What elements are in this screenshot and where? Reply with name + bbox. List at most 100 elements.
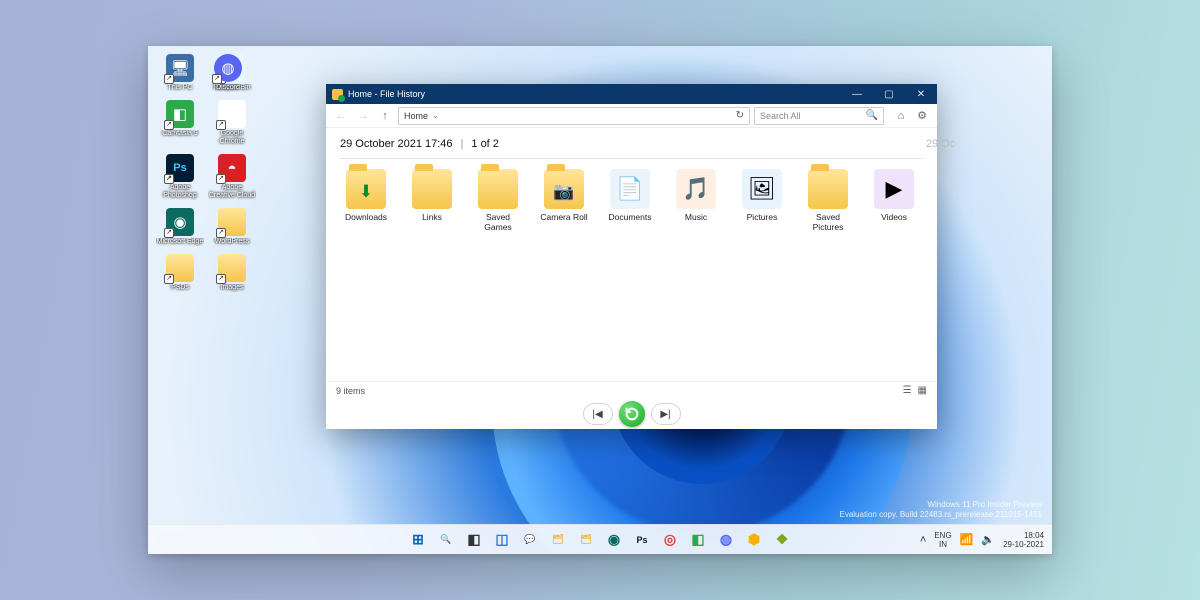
- item-saved-games[interactable]: Saved Games: [472, 169, 524, 232]
- chrome-icon: ◎↗: [218, 100, 246, 128]
- restore-button[interactable]: [619, 401, 645, 427]
- taskbar-photoshop[interactable]: Ps: [630, 528, 654, 552]
- language-indicator[interactable]: ENG IN: [934, 531, 951, 549]
- desktop-icon-chrome[interactable]: ◎↗ Google Chrome: [208, 100, 256, 146]
- item-label: Pictures: [736, 212, 788, 222]
- desktop-icon-images[interactable]: ↗Images: [208, 254, 256, 292]
- wifi-icon[interactable]: 📶: [960, 533, 974, 546]
- nav-up-button[interactable]: ↑: [376, 107, 394, 125]
- documents-icon: 📄: [610, 169, 650, 209]
- item-videos[interactable]: ▶Videos: [868, 169, 920, 222]
- desktop-icon-camtasia[interactable]: ◧↗Camtasia 9: [156, 100, 204, 138]
- desktop-icon-edge[interactable]: ◉↗Microsoft Edge: [156, 208, 204, 246]
- content-pane: 29 October 2021 17:46 | 1 of 2 29 Oc ⬇Do…: [326, 128, 937, 381]
- taskbar-widgets[interactable]: ◫: [490, 528, 514, 552]
- window-controls: — ▢ ✕: [841, 84, 937, 104]
- desktop-icon-thispc[interactable]: 🖥↗ This PC: [156, 54, 204, 92]
- view-details-icon[interactable]: ☰: [903, 385, 912, 396]
- view-switcher: ☰ ▦: [903, 385, 927, 396]
- taskbar-explorer[interactable]: 🗂: [546, 528, 570, 552]
- shortcut-badge: ↗: [164, 228, 174, 238]
- camtasia-icon: ◧: [691, 531, 704, 548]
- item-pictures[interactable]: 🖼Pictures: [736, 169, 788, 222]
- next-pill: ▶|: [651, 403, 681, 425]
- taskbar-chrome[interactable]: ◎: [658, 528, 682, 552]
- discord-icon: ◍: [720, 531, 732, 548]
- taskbar-search[interactable]: 🔍: [434, 528, 458, 552]
- wordpress-icon: ↗: [218, 208, 246, 236]
- titlebar[interactable]: Home - File History — ▢ ✕: [326, 84, 937, 104]
- item-label: Videos: [868, 212, 920, 222]
- item-links[interactable]: Links: [406, 169, 458, 222]
- version-heading: 29 October 2021 17:46 | 1 of 2: [340, 134, 923, 158]
- edge-icon: ◉: [608, 531, 620, 548]
- chrome-icon: ◎: [664, 531, 676, 548]
- taskbar-misc1[interactable]: ⬢: [742, 528, 766, 552]
- shortcut-badge: ↗: [212, 74, 222, 84]
- taskbar-chat[interactable]: 💬: [518, 528, 542, 552]
- misc1-icon: ⬢: [748, 531, 760, 548]
- desktop-icon-label: Adobe Photoshop: [156, 184, 204, 200]
- music-icon: 🎵: [676, 169, 716, 209]
- taskbar-start[interactable]: ⊞: [406, 528, 430, 552]
- taskbar-filehistory[interactable]: 🗂: [574, 528, 598, 552]
- taskbar-misc2[interactable]: ❖: [770, 528, 794, 552]
- close-button[interactable]: ✕: [905, 84, 937, 104]
- desktop-icon-discord[interactable]: ◍↗Discord: [204, 54, 252, 92]
- item-label: Camera Roll: [538, 212, 590, 222]
- search-box[interactable]: Search All 🔍: [754, 107, 884, 125]
- watermark: Windows 11 Pro Insider Preview Evaluatio…: [839, 500, 1042, 520]
- chat-icon: 💬: [524, 534, 535, 545]
- desktop-icon-wordpress[interactable]: ↗WordPress: [208, 208, 256, 246]
- clock[interactable]: 18:04 29-10-2021: [1003, 531, 1044, 549]
- home-button[interactable]: ⌂: [892, 107, 910, 125]
- clock-date: 29-10-2021: [1003, 540, 1044, 549]
- maximize-button[interactable]: ▢: [873, 84, 905, 104]
- heading-separator: |: [461, 138, 464, 150]
- desktop-icon-label: Discord: [204, 84, 252, 92]
- nav-back-button[interactable]: ←: [332, 107, 350, 125]
- address-bar[interactable]: Home ⌄ ↻: [398, 107, 750, 125]
- shortcut-badge: ↗: [164, 74, 174, 84]
- misc2-icon: ❖: [776, 531, 789, 548]
- sound-icon[interactable]: 🔈: [981, 533, 995, 546]
- thispc-icon: 🖥↗: [166, 54, 194, 82]
- desktop-icon-label: This PC: [156, 84, 204, 92]
- start-icon: ⊞: [412, 531, 424, 548]
- item-documents[interactable]: 📄Documents: [604, 169, 656, 222]
- minimize-button[interactable]: —: [841, 84, 873, 104]
- desktop-icon-label: Google Chrome: [208, 130, 256, 146]
- folder-icon: [412, 169, 452, 209]
- desktop-icon-psds[interactable]: ↗PSDs: [156, 254, 204, 292]
- taskbar-discord[interactable]: ◍: [714, 528, 738, 552]
- lang-bottom: IN: [934, 540, 951, 549]
- address-text: Home: [404, 111, 428, 121]
- item-music[interactable]: 🎵Music: [670, 169, 722, 222]
- item-saved-pictures[interactable]: Saved Pictures: [802, 169, 854, 232]
- taskbar-camtasia[interactable]: ◧: [686, 528, 710, 552]
- view-grid-icon[interactable]: ▦: [918, 385, 927, 396]
- window-title: Home - File History: [348, 89, 425, 99]
- settings-button[interactable]: ⚙: [913, 107, 931, 125]
- item-downloads[interactable]: ⬇Downloads: [340, 169, 392, 222]
- desktop-icon-creativecloud[interactable]: ◓↗Adobe Creative Cloud: [208, 154, 256, 200]
- next-version-button[interactable]: ▶|: [656, 405, 676, 423]
- tray-overflow-icon[interactable]: ˄: [920, 534, 926, 546]
- previous-version-button[interactable]: |◀: [588, 405, 608, 423]
- folder-icon: 📷: [544, 169, 584, 209]
- images-icon: ↗: [218, 254, 246, 282]
- version-page: 1 of 2: [471, 138, 499, 150]
- next-version-peek: 29 Oc: [926, 138, 955, 150]
- address-dropdown-icon[interactable]: ⌄: [432, 111, 439, 120]
- taskbar-taskview[interactable]: ◧: [462, 528, 486, 552]
- nav-forward-button[interactable]: →: [354, 107, 372, 125]
- address-refresh-icon[interactable]: ↻: [736, 110, 744, 121]
- desktop-icon-photoshop[interactable]: Ps↗Adobe Photoshop: [156, 154, 204, 200]
- item-label: Links: [406, 212, 458, 222]
- search-placeholder: Search All: [760, 111, 801, 121]
- taskbar-edge[interactable]: ◉: [602, 528, 626, 552]
- taskbar: ⊞🔍◧◫💬🗂🗂◉Ps◎◧◍⬢❖ ˄ ENG IN 📶 🔈 18:04 29-10…: [148, 524, 1052, 554]
- psds-icon: ↗: [166, 254, 194, 282]
- folder-icon: [478, 169, 518, 209]
- item-camera-roll[interactable]: 📷 Camera Roll: [538, 169, 590, 222]
